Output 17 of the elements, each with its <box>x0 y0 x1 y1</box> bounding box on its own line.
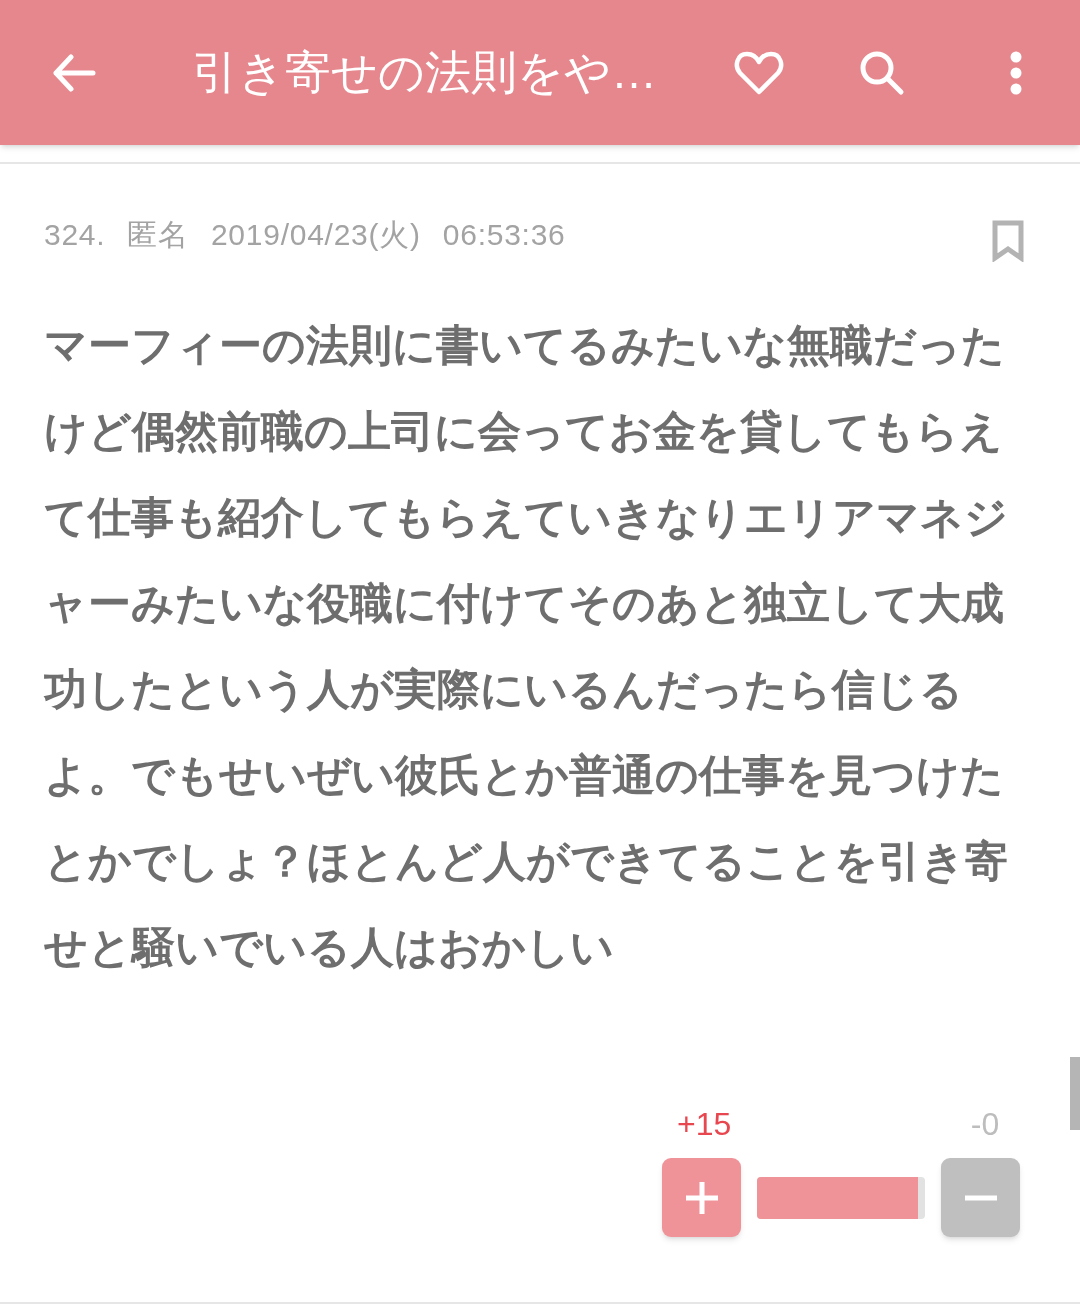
downvote-count: -0 <box>969 1105 1001 1144</box>
post-time: 06:53:36 <box>442 217 566 253</box>
search-icon[interactable] <box>859 49 905 96</box>
back-icon[interactable] <box>52 53 96 92</box>
upvote-button[interactable] <box>662 1158 741 1237</box>
post-body: マーフィーの法則に書いてるみたいな無職だったけど偶然前職の上司に会ってお金を貸してもらえて仕事も紹介してもらえていきなりエリアマネジャーみたいな役職に付けてそのあと独立して大成功したという人が実際にいるんだったら信じるよ。でもせいぜい彼氏とか普通の仕事を見つけたとかでしょ？ほとんど人ができてることを引き寄せと騒いでいる人はおかしい <box>44 320 1009 973</box>
app-bar-title: 引き寄せの法則をや… <box>192 45 658 100</box>
heart-icon[interactable] <box>734 49 784 96</box>
more-icon[interactable] <box>1010 50 1022 95</box>
post-number: 324. <box>44 217 106 253</box>
downvote-button[interactable] <box>941 1158 1020 1237</box>
post-author: 匿名 <box>127 217 189 253</box>
minus-icon <box>964 1194 997 1201</box>
bookmark-icon[interactable] <box>992 220 1024 262</box>
post-date: 2019/04/23(火) <box>210 217 421 253</box>
plus-icon <box>685 1181 718 1214</box>
scrollbar[interactable] <box>1070 1057 1080 1130</box>
